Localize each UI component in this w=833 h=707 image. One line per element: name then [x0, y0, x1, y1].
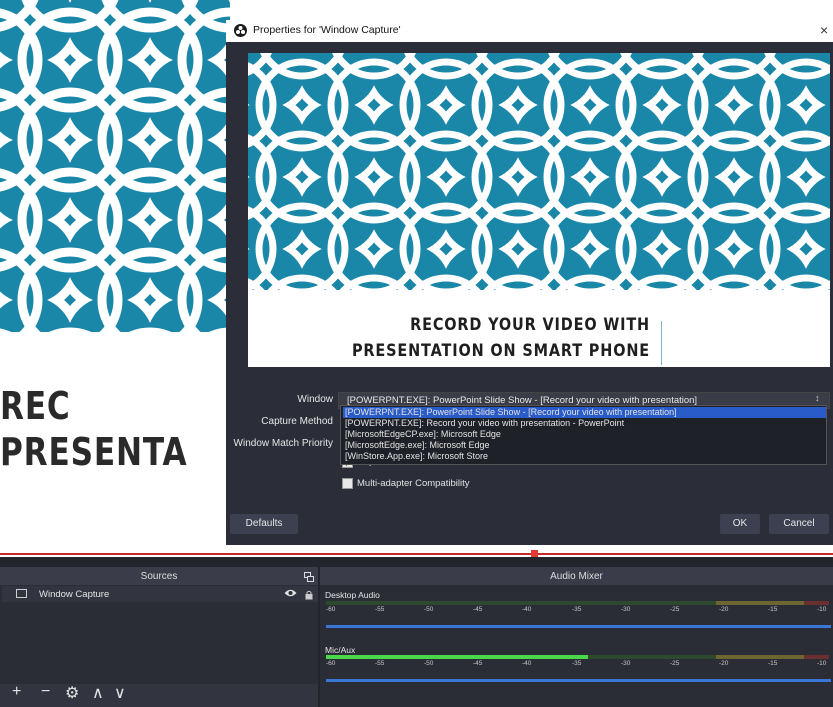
ok-button[interactable]: OK: [720, 514, 760, 534]
meter-red-zone: [804, 601, 829, 605]
desktop-audio-ticks: -60 -55 -50 -45 -40 -35 -30 -25 -20 -15 -10: [326, 606, 829, 616]
meter-tick-label: -30: [621, 660, 631, 667]
cancel-button[interactable]: Cancel: [769, 514, 829, 534]
audio-mixer-title: Audio Mixer: [550, 571, 603, 582]
remove-source-icon[interactable]: −: [41, 683, 50, 701]
meter-tick-label: -25: [670, 660, 680, 667]
meter-tick-label: -10: [817, 606, 827, 613]
meter-tick-label: -50: [424, 660, 434, 667]
preview-slide-pattern: [248, 53, 830, 290]
meter-tick-label: -40: [522, 660, 532, 667]
visibility-eye-icon[interactable]: [284, 587, 297, 601]
meter-tick-label: -50: [424, 606, 434, 613]
capture-preview: RECORD YOUR VIDEO WITH PRESENTATION ON S…: [248, 53, 830, 367]
dropdown-option[interactable]: [MicrosoftEdge.exe]: Microsoft Edge: [343, 440, 826, 451]
mic-aux-level: [326, 655, 588, 659]
meter-tick-label: -55: [375, 660, 385, 667]
preview-title-line2: PRESENTATION ON SMART PHONE: [351, 341, 650, 361]
window-match-priority-label: Window Match Priority: [233, 438, 333, 449]
meter-tick-label: -40: [522, 606, 532, 613]
multi-adapter-checkbox[interactable]: [342, 478, 353, 489]
defaults-button[interactable]: Defaults: [230, 514, 298, 534]
select-arrow-icon: ↕: [815, 393, 820, 403]
source-item-label: Window Capture: [39, 589, 110, 600]
close-icon[interactable]: ×: [820, 22, 828, 38]
lock-icon[interactable]: [305, 587, 313, 600]
dropdown-option[interactable]: [POWERPNT.EXE]: PowerPoint Slide Show - …: [343, 407, 826, 418]
capture-method-label: Capture Method: [261, 416, 333, 427]
meter-tick-label: -15: [768, 606, 778, 613]
preview-title-line1: RECORD YOUR VIDEO WITH: [410, 315, 650, 335]
audio-mixer-panel: [320, 567, 833, 707]
dialog-titlebar[interactable]: Properties for 'Window Capture' ×: [226, 20, 833, 42]
meter-tick-label: -15: [768, 660, 778, 667]
dialog-title: Properties for 'Window Capture': [253, 24, 401, 36]
meter-tick-label: -60: [326, 660, 336, 667]
popout-icon[interactable]: [304, 569, 314, 582]
obs-logo-icon: [234, 24, 247, 37]
desktop-audio-volume-slider[interactable]: [326, 625, 831, 628]
dropdown-option[interactable]: [MicrosoftEdgeCP.exe]: Microsoft Edge: [343, 429, 826, 440]
move-down-icon[interactable]: ∨: [114, 683, 126, 703]
meter-tick-label: -35: [572, 606, 582, 613]
meter-tick-label: -55: [375, 606, 385, 613]
sources-title: Sources: [140, 571, 178, 582]
meter-tick-label: -25: [670, 606, 680, 613]
dropdown-option[interactable]: [POWERPNT.EXE]: Record your video with p…: [343, 418, 826, 429]
dropdown-option[interactable]: [WinStore.App.exe]: Microsoft Store: [343, 451, 826, 462]
window-icon: [16, 589, 27, 598]
add-source-icon[interactable]: +: [12, 683, 21, 701]
meter-tick-label: -10: [817, 660, 827, 667]
meter-tick-label: -20: [719, 660, 729, 667]
window-dropdown-list: [POWERPNT.EXE]: PowerPoint Slide Show - …: [340, 405, 827, 465]
background-slide-title-line2: PRESENTA: [0, 430, 188, 474]
meter-tick-label: -45: [473, 606, 483, 613]
meter-yellow-zone: [716, 655, 804, 659]
meter-tick-label: -60: [326, 606, 336, 613]
move-up-icon[interactable]: ∧: [92, 683, 104, 703]
meter-yellow-zone: [716, 601, 804, 605]
background-slide-pattern: [0, 0, 230, 332]
properties-dialog: Properties for 'Window Capture' × RECORD…: [226, 20, 833, 545]
preview-text-cursor: [661, 321, 662, 365]
window-label: Window: [297, 394, 333, 405]
meter-tick-label: -20: [719, 606, 729, 613]
meter-tick-label: -35: [572, 660, 582, 667]
mic-aux-ticks: -60 -55 -50 -45 -40 -35 -30 -25 -20 -15 -10: [326, 660, 829, 670]
meter-tick-label: -30: [621, 606, 631, 613]
multi-adapter-label: Multi-adapter Compatibility: [357, 478, 470, 489]
background-slide-title-line1: REC: [0, 384, 71, 428]
timeline-handle[interactable]: [531, 550, 538, 557]
channel-name-mic-aux: Mic/Aux: [325, 645, 356, 655]
gear-icon[interactable]: ⚙: [65, 683, 79, 703]
meter-red-zone: [804, 655, 829, 659]
channel-name-desktop-audio: Desktop Audio: [325, 590, 380, 600]
transition-timeline[interactable]: [0, 553, 833, 555]
meter-tick-label: -45: [473, 660, 483, 667]
mic-aux-volume-slider[interactable]: [326, 679, 831, 682]
